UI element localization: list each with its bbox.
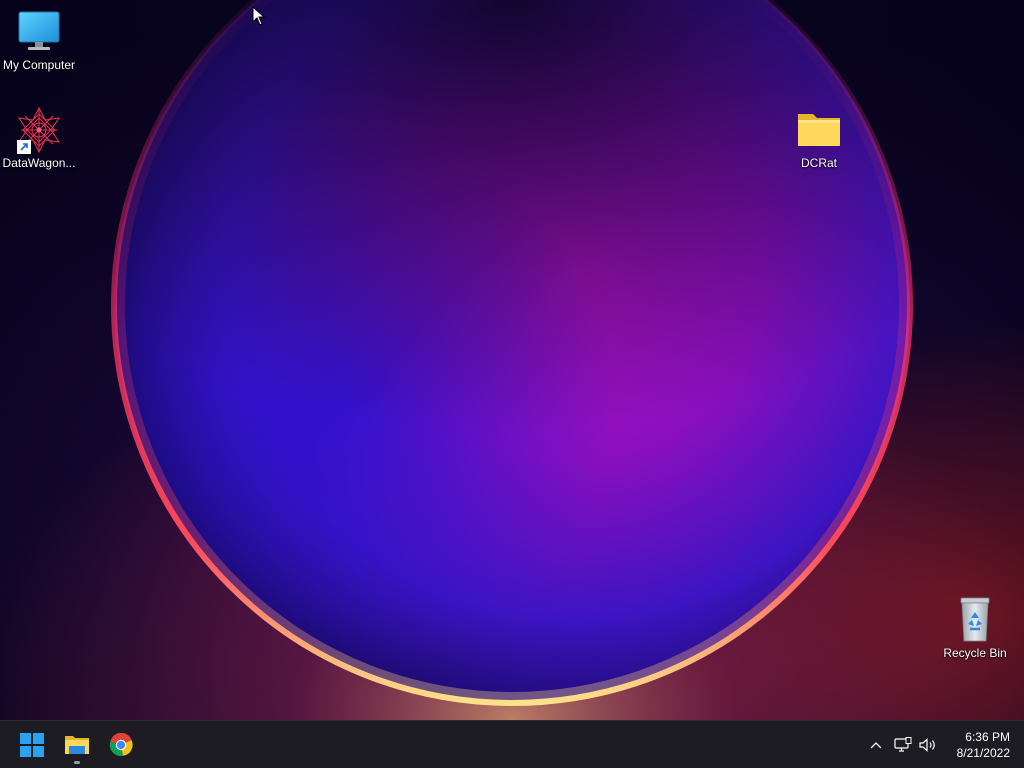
clock-time: 6:36 PM (965, 730, 1010, 744)
network-icon (894, 737, 912, 752)
desktop-icon-datawagon[interactable]: DataWagon... (0, 106, 79, 171)
chrome-icon (109, 733, 133, 757)
file-explorer-icon (65, 736, 89, 754)
wallpaper (0, 0, 1024, 720)
folder-icon (795, 106, 843, 154)
taskbar-chrome-button[interactable] (101, 725, 141, 765)
tray-overflow-button[interactable] (865, 733, 887, 757)
datawagon-shortcut-icon (15, 106, 63, 154)
tray-network-button[interactable] (892, 733, 914, 757)
running-indicator (74, 761, 80, 764)
tray-volume-button[interactable] (917, 733, 939, 757)
clock-date: 8/21/2022 (956, 746, 1010, 760)
speaker-icon (919, 738, 935, 752)
chevron-up-icon (870, 742, 882, 749)
shortcut-arrow-icon (17, 140, 31, 154)
taskbar-clock[interactable]: 6:36 PM 8/21/2022 (940, 729, 1010, 761)
desktop-icon-my-computer[interactable]: My Computer (0, 8, 79, 73)
desktop: My Computer DataWagon... DCRat Recycle B… (0, 0, 1024, 720)
start-button[interactable] (12, 725, 52, 765)
monitor-icon (15, 8, 63, 56)
desktop-icon-label: Recycle Bin (943, 646, 1007, 660)
taskbar-file-explorer-button[interactable] (57, 725, 97, 765)
desktop-icon-dcrat-folder[interactable]: DCRat (779, 106, 859, 171)
recycle-bin-icon (951, 596, 999, 644)
windows-start-icon (20, 733, 44, 757)
desktop-icon-label: My Computer (2, 58, 76, 72)
desktop-icon-label: DCRat (800, 156, 837, 170)
mouse-cursor-icon (252, 6, 266, 26)
desktop-icon-recycle-bin[interactable]: Recycle Bin (935, 596, 1015, 661)
taskbar: 6:36 PM 8/21/2022 (0, 720, 1024, 768)
desktop-icon-label: DataWagon... (2, 156, 76, 170)
